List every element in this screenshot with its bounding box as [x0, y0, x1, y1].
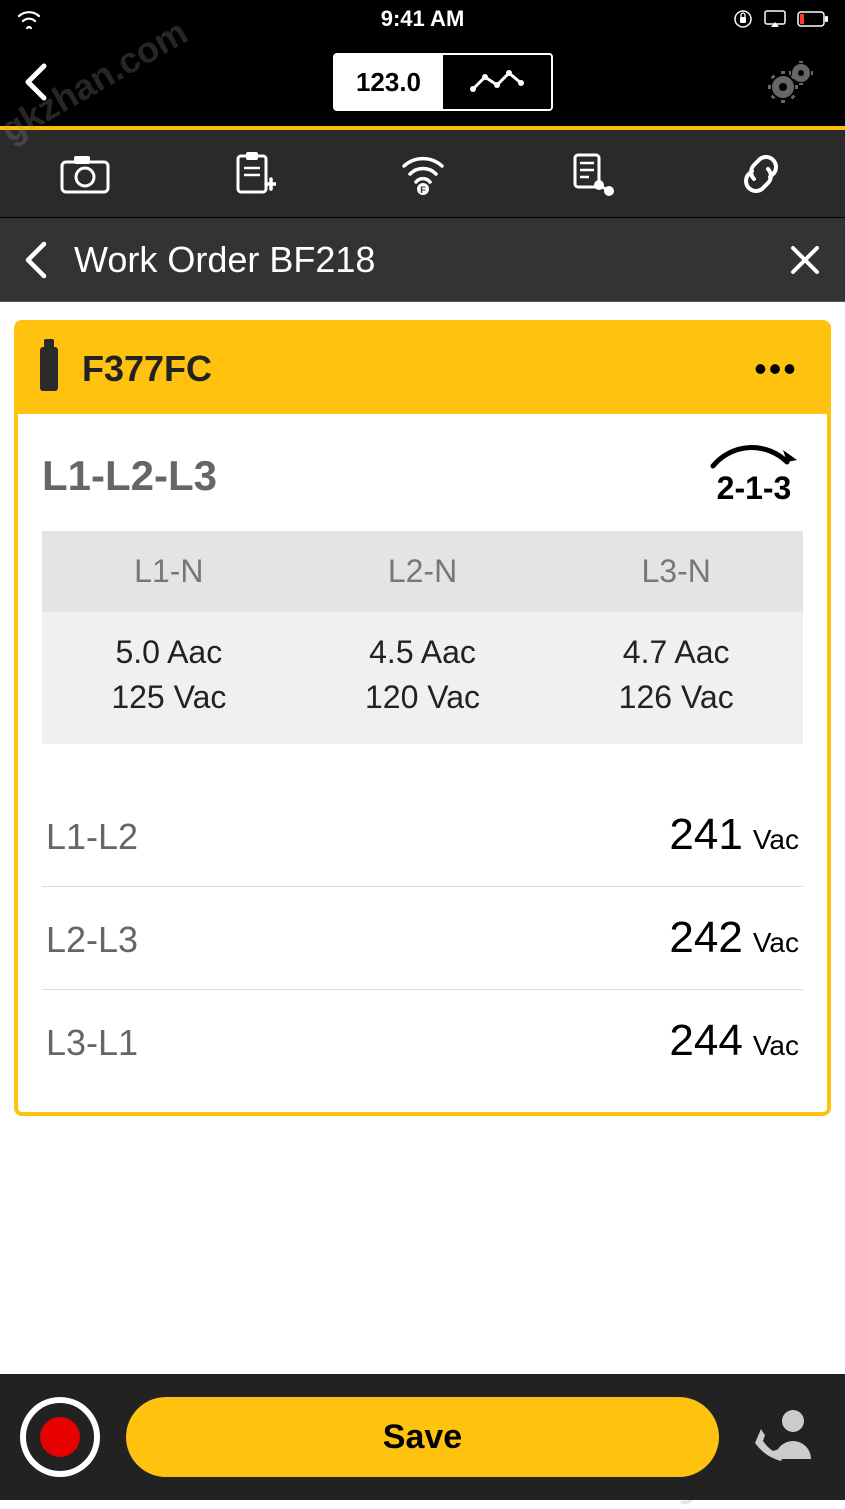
- ll-value: 242: [669, 913, 742, 963]
- meter-icon: [40, 347, 58, 391]
- device-name: F377FC: [82, 348, 212, 390]
- more-options-button[interactable]: •••: [747, 340, 805, 398]
- view-toggle-graph[interactable]: [443, 55, 551, 109]
- share-document-button[interactable]: [566, 148, 618, 200]
- settings-button[interactable]: [763, 57, 819, 107]
- record-dot-icon: [40, 1417, 80, 1457]
- contact-support-button[interactable]: [745, 1405, 825, 1469]
- rotation-value: 2-1-3: [705, 470, 803, 507]
- ll-label: L2-L3: [46, 919, 138, 961]
- phase-header: L2-N: [296, 531, 550, 612]
- line-to-line-row: L2-L3 242 Vac: [42, 887, 803, 990]
- wifi-icon: [16, 9, 42, 29]
- ll-label: L3-L1: [46, 1022, 138, 1064]
- save-button[interactable]: Save: [126, 1397, 719, 1477]
- add-note-button[interactable]: [228, 148, 280, 200]
- ll-unit: Vac: [753, 824, 799, 856]
- action-bar: F: [0, 130, 845, 218]
- view-toggle-number[interactable]: 123.0: [335, 55, 443, 109]
- orientation-lock-icon: [733, 9, 753, 29]
- ll-unit: Vac: [753, 1030, 799, 1062]
- phase-header: L1-N: [42, 531, 296, 612]
- phase-volts: 126 Vac: [549, 677, 803, 744]
- line-to-line-row: L1-L2 241 Vac: [42, 784, 803, 887]
- work-order-bar: Work Order BF218: [0, 218, 845, 302]
- status-bar: 9:41 AM: [0, 0, 845, 38]
- phase-volts: 125 Vac: [42, 677, 296, 744]
- top-nav: 123.0: [0, 38, 845, 130]
- record-button[interactable]: [20, 1397, 100, 1477]
- ll-label: L1-L2: [46, 816, 138, 858]
- work-order-title: Work Order BF218: [74, 239, 787, 281]
- airplay-icon: [763, 9, 787, 29]
- camera-button[interactable]: [59, 148, 111, 200]
- phase-amps: 4.7 Aac: [549, 612, 803, 677]
- phase-amps: 5.0 Aac: [42, 612, 296, 677]
- rotation-arrow-icon: [705, 444, 803, 470]
- work-order-close-button[interactable]: [787, 242, 823, 278]
- phase-rotation-indicator: 2-1-3: [705, 444, 803, 507]
- phase-header: L3-N: [549, 531, 803, 612]
- battery-low-icon: [797, 11, 829, 27]
- footer-bar: Save: [0, 1374, 845, 1500]
- svg-text:F: F: [420, 185, 426, 195]
- phase-amps: 4.5 Aac: [296, 612, 550, 677]
- ll-value: 244: [669, 1016, 742, 1066]
- work-order-back-button[interactable]: [22, 238, 50, 282]
- connect-wifi-button[interactable]: F: [397, 148, 449, 200]
- phase-volts: 120 Vac: [296, 677, 550, 744]
- measurement-title: L1-L2-L3: [42, 452, 217, 500]
- status-time: 9:41 AM: [381, 6, 465, 32]
- ll-value: 241: [669, 810, 742, 860]
- line-to-line-row: L3-L1 244 Vac: [42, 990, 803, 1092]
- line-to-line-list: L1-L2 241 Vac L2-L3 242 Vac L3-L1 244 Vac: [42, 784, 803, 1092]
- device-header: F377FC •••: [18, 324, 827, 414]
- device-card: F377FC ••• L1-L2-L3 2-1-3 L1-N L2-N L3-N…: [14, 320, 831, 1116]
- link-button[interactable]: [735, 148, 787, 200]
- view-toggle[interactable]: 123.0: [333, 53, 553, 111]
- back-button[interactable]: [20, 62, 60, 102]
- ll-unit: Vac: [753, 927, 799, 959]
- phase-table: L1-N L2-N L3-N 5.0 Aac 4.5 Aac 4.7 Aac 1…: [42, 531, 803, 744]
